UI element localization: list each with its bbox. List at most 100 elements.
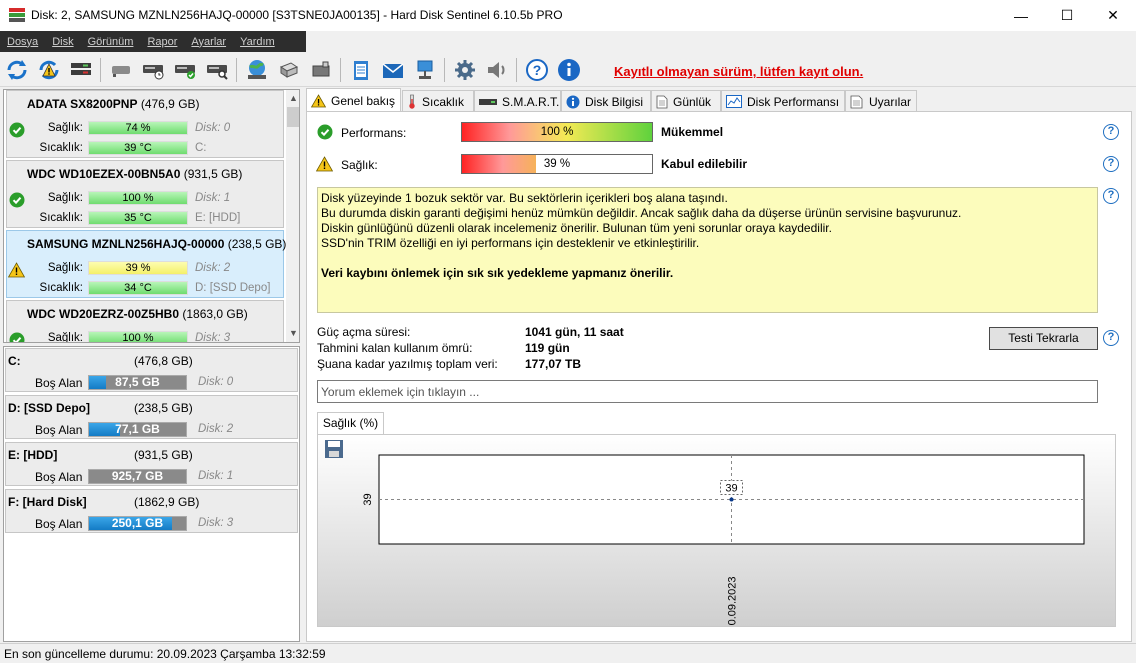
tab-label: Günlük <box>673 94 712 109</box>
menu-settings[interactable]: Ayarlar <box>184 36 233 48</box>
help-icon[interactable]: ? <box>1103 124 1119 140</box>
tab-label: Disk Performansı <box>747 94 840 109</box>
volume-name: C: <box>8 354 21 368</box>
disk-test-icon[interactable] <box>140 57 166 83</box>
comment-input[interactable]: Yorum eklemek için tıklayın ... <box>317 380 1098 403</box>
disk-card-0[interactable]: ADATA SX8200PNP (476,9 GB) Sağlık: 74 % … <box>6 90 284 158</box>
message-recommendation: Veri kaybını önlemek için sık sık yedekl… <box>321 266 674 280</box>
free-space-bar: 87,5 GB <box>88 375 187 390</box>
tab-label: Uyarılar <box>869 94 912 109</box>
tab-log[interactable]: Günlük <box>651 90 721 112</box>
x-tick-label: 20.09.2023 <box>727 576 739 626</box>
volume-size: (931,5 GB) <box>134 448 193 462</box>
help-icon[interactable]: ? <box>1103 188 1119 204</box>
menu-disk[interactable]: Disk <box>45 36 80 48</box>
message-line: Disk yüzeyinde 1 bozuk sektör var. Bu se… <box>321 191 728 205</box>
maximize-button[interactable]: ☐ <box>1044 0 1090 31</box>
menu-bar: Dosya Disk Görünüm Rapor Ayarlar Yardım <box>0 31 306 52</box>
disk-list-scrollbar[interactable]: ▲ ▼ <box>286 90 299 342</box>
chart-plot: 39 39 20.09.2023 <box>362 454 1085 626</box>
volume-size: (476,8 GB) <box>134 354 193 368</box>
alerts-icon <box>850 95 863 108</box>
disk-ok-icon[interactable] <box>172 57 198 83</box>
network-icon[interactable] <box>412 57 438 83</box>
status-bar: En son güncelleme durumu: 20.09.2023 Çar… <box>0 643 1136 663</box>
disk-card-2-selected[interactable]: SAMSUNG MZNLN256HAJQ-00000 (238,5 GB) Sa… <box>6 230 286 298</box>
disk-icon[interactable] <box>108 57 134 83</box>
volume-disk: Disk: 1 <box>198 470 234 482</box>
sound-icon[interactable] <box>484 57 510 83</box>
volume-card-2[interactable]: E: [HDD] (931,5 GB) Boş Alan 925,7 GB Di… <box>5 442 298 486</box>
disk-search-icon[interactable] <box>204 57 230 83</box>
globe-icon[interactable] <box>244 57 270 83</box>
temperature-label: Sıcaklık: <box>39 282 83 294</box>
volume-card-0[interactable]: C: (476,8 GB) Boş Alan 87,5 GB Disk: 0 <box>5 348 298 392</box>
network-disk-icon[interactable] <box>276 57 302 83</box>
info-icon[interactable] <box>556 57 582 83</box>
mount-point: D: [SSD Depo] <box>195 282 271 294</box>
volume-card-3[interactable]: F: [Hard Disk] (1862,9 GB) Boş Alan 250,… <box>5 489 298 533</box>
disk-number: Disk: 3 <box>195 332 231 343</box>
volume-card-1[interactable]: D: [SSD Depo] (238,5 GB) Boş Alan 77,1 G… <box>5 395 298 439</box>
lifetime-value: 119 gün <box>525 341 570 355</box>
unregistered-notice-link[interactable]: Kayıtlı olmayan sürüm, lütfen kayıt olun… <box>614 64 863 79</box>
help-icon[interactable]: ? <box>524 57 550 83</box>
menu-report[interactable]: Rapor <box>140 36 184 48</box>
help-icon[interactable]: ? <box>1103 156 1119 172</box>
tab-overview[interactable]: Genel bakış <box>306 88 401 112</box>
close-button[interactable]: ✕ <box>1090 0 1136 31</box>
tab-label: Sıcaklık <box>422 94 465 109</box>
scroll-thumb[interactable] <box>287 107 299 127</box>
performance-bar: 100 % <box>461 122 653 142</box>
health-bar: 74 % <box>88 121 188 135</box>
tab-disk-performance[interactable]: Disk Performansı <box>721 90 845 112</box>
tab-temperature[interactable]: Sıcaklık <box>402 90 474 112</box>
refresh-warning-icon[interactable] <box>36 57 62 83</box>
disk-name: WDC WD20EZRZ-00Z5HB0 (1863,0 GB) <box>27 307 248 321</box>
volume-size: (1862,9 GB) <box>134 495 200 509</box>
menu-file[interactable]: Dosya <box>0 36 45 48</box>
message-line: Diskin günlüğünü düzenli olarak inceleme… <box>321 221 832 235</box>
health-rating: Kabul edilebilir <box>661 157 748 171</box>
message-line: Bu durumda diskin garanti değişimi henüz… <box>321 206 962 220</box>
tab-disk-info[interactable]: Disk Bilgisi <box>561 90 651 112</box>
performance-chart-icon <box>726 95 742 108</box>
disk-list-panel: ADATA SX8200PNP (476,9 GB) Sağlık: 74 % … <box>3 89 300 343</box>
tab-smart[interactable]: S.M.A.R.T. <box>474 90 561 112</box>
written-data-label: Şuana kadar yazılmış toplam veri: <box>317 357 498 371</box>
tab-label: Genel bakış <box>331 93 396 108</box>
health-bar: 100 % <box>88 191 188 205</box>
disk-list-icon[interactable] <box>68 57 94 83</box>
settings-icon[interactable] <box>452 57 478 83</box>
volume-disk: Disk: 0 <box>198 376 234 388</box>
log-icon <box>656 95 668 108</box>
disk-card-3[interactable]: WDC WD20EZRZ-00Z5HB0 (1863,0 GB) Sağlık:… <box>6 300 284 343</box>
scroll-up-icon[interactable]: ▲ <box>289 93 298 103</box>
help-icon[interactable]: ? <box>1103 330 1119 346</box>
disk-number: Disk: 2 <box>195 262 231 274</box>
free-space-label: Boş Alan <box>35 376 83 390</box>
minimize-button[interactable]: — <box>998 0 1044 31</box>
temperature-bar: 35 °C <box>88 211 188 225</box>
title-bar: Disk: 2, SAMSUNG MZNLN256HAJQ-00000 [S3T… <box>0 0 1136 31</box>
chart-tab-health[interactable]: Sağlık (%) <box>317 412 384 434</box>
tab-alerts[interactable]: Uyarılar <box>845 90 917 112</box>
notepad-icon[interactable] <box>348 57 374 83</box>
disk-usb-icon[interactable] <box>308 57 334 83</box>
warning-icon <box>316 156 333 172</box>
info-icon <box>566 95 580 108</box>
free-space-label: Boş Alan <box>35 470 83 484</box>
menu-help[interactable]: Yardım <box>233 36 282 48</box>
mount-point: E: [HDD] <box>195 212 241 224</box>
status-message-box: Disk yüzeyinde 1 bozuk sektör var. Bu se… <box>317 187 1098 313</box>
data-label: 39 <box>725 483 737 495</box>
refresh-icon[interactable] <box>4 57 30 83</box>
lifetime-label: Tahmini kalan kullanım ömrü: <box>317 341 473 355</box>
menu-view[interactable]: Görünüm <box>81 36 141 48</box>
toolbar: ? <box>0 52 1136 87</box>
mail-icon[interactable] <box>380 57 406 83</box>
scroll-down-icon[interactable]: ▼ <box>289 328 298 338</box>
retest-button[interactable]: Testi Tekrarla <box>989 327 1098 350</box>
temperature-label: Sıcaklık: <box>39 212 83 224</box>
disk-card-1[interactable]: WDC WD10EZEX-00BN5A0 (931,5 GB) Sağlık: … <box>6 160 284 228</box>
